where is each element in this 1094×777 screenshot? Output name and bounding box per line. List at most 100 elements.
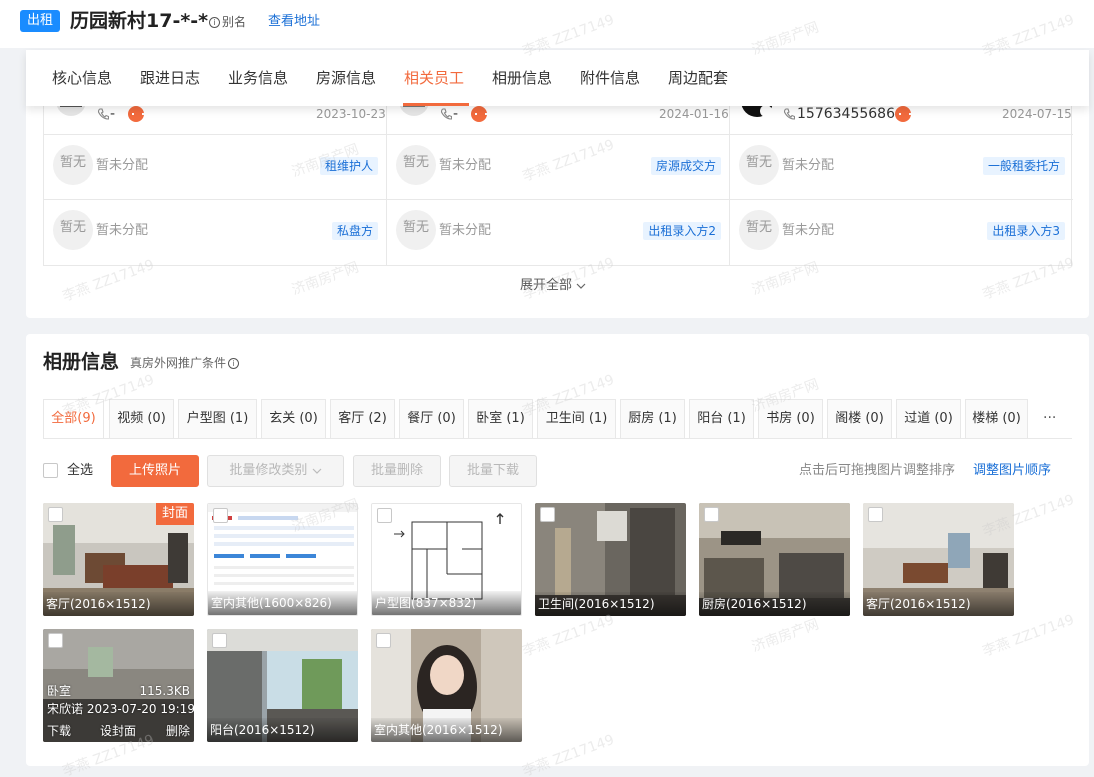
category-tab-dining-room[interactable]: 餐厅 (0) — [399, 399, 464, 439]
tab-album-info[interactable]: 相册信息 — [492, 68, 552, 88]
more-categories-button[interactable]: ··· — [1043, 409, 1056, 427]
photo-checkbox[interactable] — [868, 507, 883, 522]
upload-photo-button[interactable]: 上传照片 — [111, 455, 199, 487]
batch-download-button[interactable]: 批量下载 — [449, 455, 537, 487]
avatar: 暂无 — [53, 210, 93, 250]
info-icon: i — [228, 357, 240, 369]
photo-item[interactable]: 室内其他(2016×1512) — [371, 629, 522, 742]
role-tag: 出租录入方3 — [987, 222, 1065, 240]
property-title: 历园新村17-*-* — [70, 10, 209, 32]
rent-badge: 出租 — [20, 10, 60, 32]
reorder-photos-link[interactable]: 调整图片顺序 — [973, 462, 1051, 480]
photo-checkbox[interactable] — [212, 633, 227, 648]
select-all-label: 全选 — [67, 463, 94, 478]
set-cover-link[interactable]: 设封面 — [100, 723, 136, 739]
category-tab-balcony[interactable]: 阳台 (1) — [689, 399, 754, 439]
avatar: 暂无 — [53, 145, 93, 185]
category-divider — [43, 438, 1072, 439]
photo-uploader: 宋欣诺 2023-07-20 19:19 — [47, 702, 194, 716]
role-tag: 私盘方 — [331, 222, 378, 240]
expand-all-label: 展开全部 — [520, 278, 573, 293]
tab-related-staff[interactable]: 相关员工 — [404, 68, 464, 88]
tab-listing-info[interactable]: 房源信息 — [316, 68, 376, 88]
alias-button[interactable]: i 别名 — [209, 14, 246, 30]
category-tab-stairs[interactable]: 楼梯 (0) — [965, 399, 1028, 439]
staff-cell: 暂无 暂未分配 出租录入方3 — [730, 200, 1073, 266]
category-tab-video[interactable]: 视频 (0) — [109, 399, 174, 439]
download-link[interactable]: 下载 — [47, 723, 71, 739]
photo-checkbox[interactable] — [704, 507, 719, 522]
staff-cell: 暂无 暂未分配 租维护人 — [44, 135, 387, 200]
photo-label: 客厅(2016×1512) — [43, 592, 194, 616]
batch-delete-button[interactable]: 批量删除 — [353, 455, 441, 487]
photo-item[interactable]: 客厅(2016×1512) — [863, 503, 1014, 616]
photo-label: 室内其他(2016×1512) — [371, 718, 522, 742]
staff-cell: 暂无 暂未分配 房源成交方 — [387, 135, 730, 200]
photo-item[interactable]: 阳台(2016×1512) — [207, 629, 358, 742]
select-all-checkbox[interactable] — [43, 463, 58, 478]
detail-tabs: 核心信息 跟进日志 业务信息 房源信息 相关员工 相册信息 附件信息 周边配套 — [26, 50, 1089, 106]
photo-label: 户型图(837×832) — [372, 591, 521, 615]
property-header: 出租 历园新村17-*-* i 别名 查看地址 — [0, 0, 1094, 48]
photo-checkbox[interactable] — [376, 633, 391, 648]
tab-attachments[interactable]: 附件信息 — [580, 68, 640, 88]
photo-label: 厨房(2016×1512) — [699, 592, 850, 616]
avatar: 暂无 — [739, 145, 779, 185]
role-tag: 一般租委托方 — [982, 157, 1065, 175]
promotion-conditions[interactable]: 真房外网推广条件 i — [130, 355, 240, 371]
photo-size: 115.3KB — [139, 684, 190, 698]
category-tab-floorplan[interactable]: 户型图 (1) — [178, 399, 257, 439]
chevron-down-icon — [576, 283, 586, 289]
staff-cell: 暂无 暂未分配 一般租委托方 — [730, 135, 1073, 200]
tab-core-info[interactable]: 核心信息 — [52, 68, 112, 88]
photo-label: 室内其他(1600×826) — [208, 591, 357, 615]
photo-item[interactable]: 卧室 115.3KB 宋欣诺 2023-07-20 19:19 下载 设封面 删… — [43, 629, 194, 742]
category-tab-entrance[interactable]: 玄关 (0) — [261, 399, 326, 439]
staff-grid: 暂无 暂未分配 租维护人 暂无 暂未分配 房源成交方 暂无 暂未分配 一般租委托… — [43, 100, 1073, 266]
photo-item[interactable]: 室内其他(1600×826) — [207, 503, 358, 616]
photo-hover-panel: 卧室 115.3KB 宋欣诺 2023-07-20 19:19 下载 设封面 删… — [43, 629, 194, 742]
photo-item[interactable]: 厨房(2016×1512) — [699, 503, 850, 616]
category-tab-study[interactable]: 书房 (0) — [758, 399, 823, 439]
expand-all-button[interactable]: 展开全部 — [520, 277, 586, 295]
tab-follow-log[interactable]: 跟进日志 — [140, 68, 200, 88]
category-tab-kitchen[interactable]: 厨房 (1) — [620, 399, 685, 439]
avatar: 暂无 — [739, 210, 779, 250]
category-tab-bathroom[interactable]: 卫生间 (1) — [537, 399, 616, 439]
category-tab-all[interactable]: 全部(9) — [43, 399, 104, 439]
category-tab-bedroom[interactable]: 卧室 (1) — [468, 399, 533, 439]
staff-name: 暂未分配 — [439, 223, 492, 238]
staff-name: 暂未分配 — [96, 158, 149, 173]
photo-label: 阳台(2016×1512) — [207, 718, 358, 742]
photo-type: 卧室 — [47, 684, 72, 698]
category-tab-corridor[interactable]: 过道 (0) — [896, 399, 961, 439]
photo-item[interactable]: 户型图(837×832) — [371, 503, 522, 616]
role-tag: 房源成交方 — [650, 157, 721, 175]
active-tab-indicator — [403, 103, 469, 106]
photo-checkbox[interactable] — [213, 508, 228, 523]
photo-item[interactable]: 封面 客厅(2016×1512) — [43, 503, 194, 616]
info-icon: i — [209, 16, 220, 28]
category-tab-attic[interactable]: 阁楼 (0) — [827, 399, 892, 439]
sort-hint: 点击后可拖拽图片调整排序 — [799, 463, 956, 478]
view-address-link[interactable]: 查看地址 — [268, 14, 320, 30]
promotion-conditions-label: 真房外网推广条件 — [130, 356, 227, 370]
batch-change-type-button[interactable]: 批量修改类别 — [207, 455, 344, 487]
avatar: 暂无 — [396, 210, 436, 250]
batch-change-type-label: 批量修改类别 — [229, 463, 308, 478]
delete-link[interactable]: 删除 — [166, 723, 190, 739]
avatar: 暂无 — [396, 145, 436, 185]
tab-surroundings[interactable]: 周边配套 — [668, 68, 728, 88]
category-tab-living-room[interactable]: 客厅 (2) — [330, 399, 395, 439]
tab-business-info[interactable]: 业务信息 — [228, 68, 288, 88]
photo-checkbox[interactable] — [540, 507, 555, 522]
album-title: 相册信息 — [43, 351, 120, 373]
photo-checkbox[interactable] — [377, 508, 392, 523]
staff-name: 暂未分配 — [782, 223, 835, 238]
role-tag: 出租录入方2 — [643, 222, 721, 240]
role-tag: 租维护人 — [319, 157, 378, 175]
chevron-down-icon — [312, 468, 322, 474]
photo-checkbox[interactable] — [48, 507, 63, 522]
cover-badge: 封面 — [156, 503, 194, 525]
photo-item[interactable]: 卫生间(2016×1512) — [535, 503, 686, 616]
